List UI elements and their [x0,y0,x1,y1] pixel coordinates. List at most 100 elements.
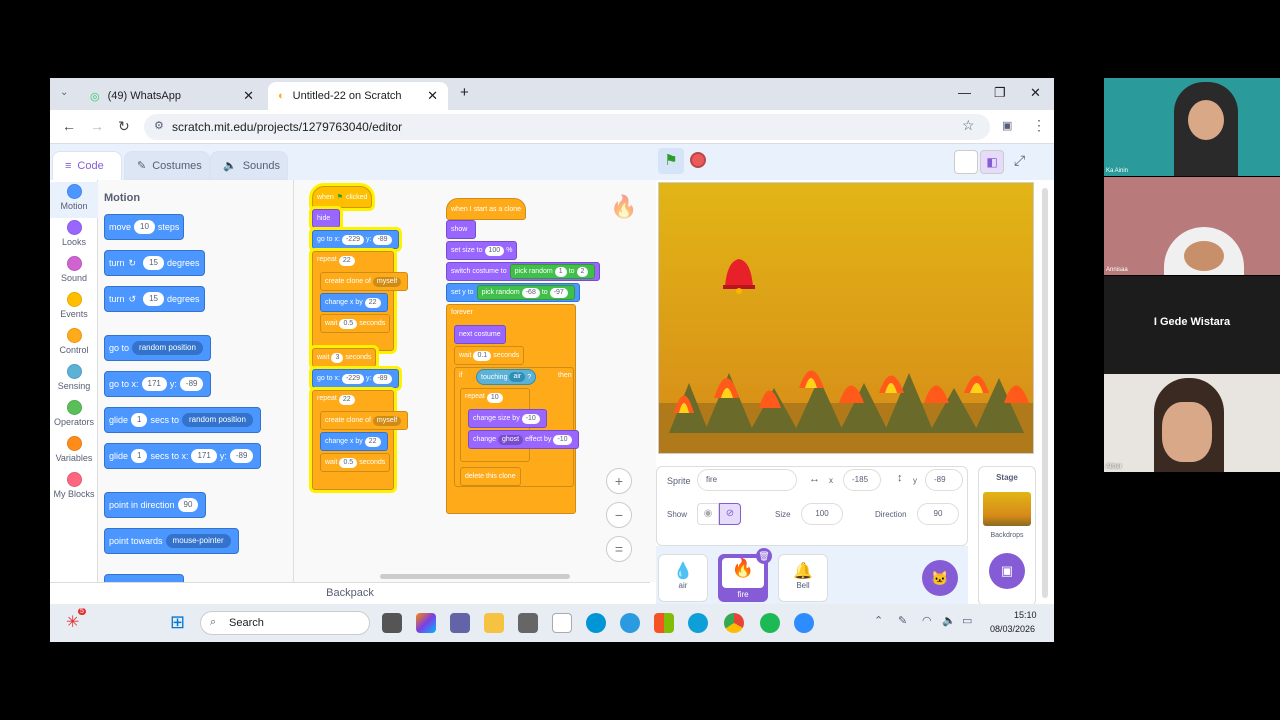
block-go-to-xy[interactable]: go to x: -229 y: -89 [312,369,399,388]
stage-canvas[interactable] [658,182,1034,454]
help-icon[interactable] [620,613,640,633]
windows-start-icon[interactable]: ⊞ [170,612,185,633]
category-control[interactable]: Control [50,326,98,362]
target-dropdown[interactable]: mouse-pointer [165,534,231,548]
block-create-clone[interactable]: create clone of myself [320,272,409,291]
horizontal-scrollbar[interactable] [380,574,570,579]
degrees-input[interactable]: 15 [143,292,164,306]
url-field[interactable]: scratch.mit.edu/projects/1279763040/edit… [144,114,990,140]
chevron-up-icon[interactable]: ⌃ [874,614,883,627]
file-explorer-icon[interactable] [484,613,504,633]
degrees-input[interactable]: 15 [143,256,164,270]
minimize-icon[interactable]: — [958,85,971,100]
block-point-towards[interactable]: point towards mouse-pointer [104,528,239,554]
taskbar-search[interactable]: Search [200,611,370,635]
site-info-icon[interactable]: ⚙ [154,119,164,132]
bookmark-star-icon[interactable]: ☆ [962,117,975,134]
category-sound[interactable]: Sound [50,254,98,290]
block-turn-left[interactable]: turn ↺ 15 degrees [104,286,205,312]
backdrop-thumbnail[interactable] [983,492,1031,526]
tab-search-dropdown-icon[interactable]: ⌄ [60,87,68,98]
show-visible-button[interactable]: ◉ [697,503,719,525]
wifi-icon[interactable]: ◠ [922,614,932,627]
x-input[interactable]: 171 [141,377,167,391]
category-variables[interactable]: Variables [50,434,98,470]
tab-whatsapp[interactable]: ◎ (49) WhatsApp ✕ [80,82,264,110]
green-flag-button[interactable]: ⚑ [658,148,684,174]
teams-icon[interactable] [450,613,470,633]
block-change-size[interactable]: change size by -10 [468,409,547,428]
sprite-tile-bell[interactable]: 🔔 Bell [778,554,828,602]
zoom-out-button[interactable]: − [606,502,632,528]
chrome-icon[interactable] [724,613,744,633]
stop-button[interactable] [690,152,706,168]
vertical-scrollbar[interactable] [1042,188,1048,598]
edge-icon[interactable] [688,613,708,633]
tab-sounds[interactable]: 🔈 Sounds [210,151,288,180]
pen-icon[interactable]: ✎ [898,614,907,627]
battery-icon[interactable]: ▭ [962,614,972,627]
show-hidden-button[interactable]: ⊘ [719,503,741,525]
target-dropdown[interactable]: random position [132,341,203,355]
tab-code[interactable]: ≡ Code [52,151,122,180]
app-badge-icon[interactable]: ✳ [66,612,79,632]
delete-sprite-icon[interactable]: 🗑 [756,548,772,564]
block-when-flag-clicked[interactable]: when ⚑ clicked [312,186,373,208]
block-wait[interactable]: wait 0.5 seconds [320,453,391,472]
backpack[interactable]: Backpack [50,582,650,602]
document-icon[interactable] [552,613,572,633]
category-looks[interactable]: Looks [50,218,98,254]
block-show[interactable]: show [446,220,476,239]
steps-input[interactable]: 10 [134,220,155,234]
y-input[interactable]: -89 [925,469,963,491]
x-input[interactable]: -185 [843,469,881,491]
close-icon[interactable]: ✕ [243,88,254,104]
block-touching[interactable]: touching air? [476,369,537,385]
block-set-size[interactable]: set size to 100% [446,241,518,260]
block-go-to-xy[interactable]: go to x: -229 y: -89 [312,230,399,249]
x-input[interactable]: 171 [191,449,217,463]
hp-icon[interactable] [586,613,606,633]
block-when-start-as-clone[interactable]: when I start as a clone [446,198,527,220]
block-wait[interactable]: wait 3 seconds [312,348,377,367]
block-pick-random[interactable]: pick random 1 to 2 [509,264,596,279]
block-go-to[interactable]: go to random position [104,335,211,361]
block-go-to-xy[interactable]: go to x: 171 y: -89 [104,371,212,397]
fullscreen-button[interactable]: ⤢ [1014,152,1025,169]
block-glide-to-xy[interactable]: glide 1 secs to x: 171 y: -89 [104,443,262,469]
block-set-y[interactable]: set y to pick random -68 to -97 [446,283,580,302]
zoom-in-button[interactable]: + [606,468,632,494]
block-move-steps[interactable]: move 10 steps [104,214,185,240]
category-sensing[interactable]: Sensing [50,362,98,398]
store-icon[interactable] [654,613,674,633]
close-icon[interactable]: ✕ [427,88,438,104]
y-input[interactable]: -89 [229,449,254,463]
y-input[interactable]: -89 [179,377,204,391]
block-point-direction[interactable]: point in direction 90 [104,492,207,518]
menu-icon[interactable]: ⋮ [1032,117,1046,134]
close-window-icon[interactable]: ✕ [1030,85,1041,101]
tab-scratch[interactable]: ◐ Untitled-22 on Scratch ✕ [268,82,448,110]
category-motion[interactable]: Motion [50,182,98,218]
block-create-clone[interactable]: create clone of myself [320,411,409,430]
sprite-tile-air[interactable]: 💧 air [658,554,708,602]
direction-input[interactable]: 90 [177,498,199,512]
target-dropdown[interactable]: random position [181,413,253,427]
camera-icon[interactable] [518,613,538,633]
back-icon[interactable]: ← [62,118,76,134]
restore-icon[interactable]: ❐ [994,85,1006,101]
copilot-icon[interactable] [416,613,436,633]
new-tab-icon[interactable]: + [460,84,469,101]
secs-input[interactable]: 1 [131,413,148,427]
block-wait[interactable]: wait 0.5 seconds [320,314,391,333]
block-switch-costume[interactable]: switch costume to pick random 1 to 2 [446,262,601,281]
block-partial[interactable] [104,574,184,582]
extensions-icon[interactable]: ▣ [1002,119,1012,132]
reload-icon[interactable]: ↻ [118,118,130,135]
block-next-costume[interactable]: next costume [454,325,506,344]
tab-costumes[interactable]: ✎ Costumes [124,151,210,180]
stage-target-panel[interactable]: Stage Backdrops ▣ [978,466,1036,606]
normal-stage-button[interactable]: ◧ [980,150,1004,174]
category-events[interactable]: Events [50,290,98,326]
direction-input[interactable]: 90 [917,503,959,525]
